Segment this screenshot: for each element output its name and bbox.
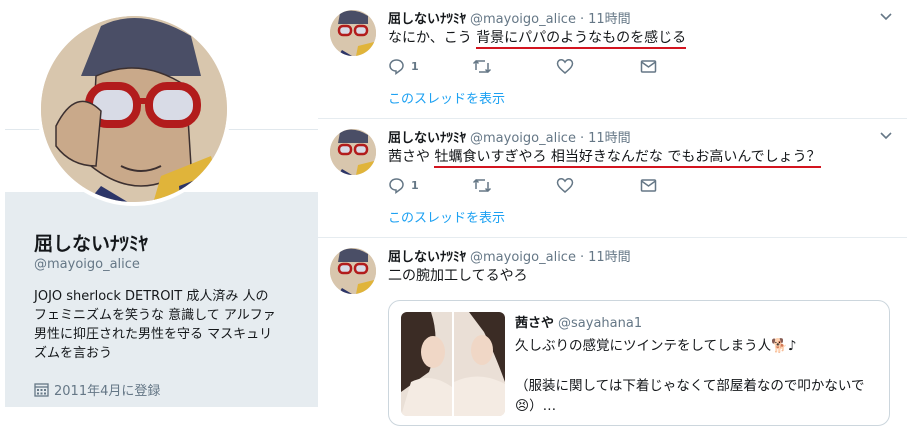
avatar-illustration [330,10,376,56]
quoted-tweet-text: 久しぶりの感覚にツインテをしてしまう人🐕♪ （服装に関しては下着じゃなくて部屋着… [515,336,881,416]
reply-action[interactable]: 1 [388,58,472,75]
bio-line: JOJO sherlock DETROIT 成人済み 人の [34,289,269,304]
tweet-timestamp[interactable]: 11時間 [588,127,631,146]
tweet-text-underlined: 牡蠣食いすぎやろ 相当好きなんだな でもお高いんでしょう？ [434,149,821,168]
tweet[interactable]: 屈しないﾅﾂﾐﾔ @mayoigo_alice · 11時間 茜さや 牡蠣食いす… [318,119,907,237]
tweet-author-handle[interactable]: @mayoigo_alice [470,250,576,265]
quoted-tweet-media[interactable] [401,312,505,416]
quoted-tweet-header: 茜さや @sayahana1 [515,312,642,331]
tweet-timestamp[interactable]: 11時間 [588,8,631,27]
avatar-illustration [41,16,227,202]
tweet-author-name[interactable]: 屈しないﾅﾂﾐﾔ [388,127,466,146]
message-action[interactable] [640,177,724,194]
tweet-text: 茜さや 牡蠣食いすぎやろ 相当好きなんだな でもお高いんでしょう？ [388,146,821,168]
show-thread-link[interactable]: このスレッドを表示 [388,88,505,107]
tweet-actions: 1 [388,56,724,76]
quoted-text-spacer [515,356,881,376]
quoted-author-handle[interactable]: @sayahana1 [558,316,642,331]
tweet[interactable]: 屈しないﾅﾂﾐﾔ @mayoigo_alice · 11時間 二の腕加工してるや… [318,238,907,440]
tweet-author-handle[interactable]: @mayoigo_alice [470,12,576,27]
like-action[interactable] [556,177,640,194]
separator-dot: · [579,131,585,146]
profile-joined-date: 2011年4月に登録 [34,380,160,399]
tweet[interactable]: 屈しないﾅﾂﾐﾔ @mayoigo_alice · 11時間 なにか、こう 背景… [318,0,907,118]
joined-label: 2011年4月に登録 [54,384,161,399]
tweet-header: 屈しないﾅﾂﾐﾔ @mayoigo_alice · 11時間 [388,246,631,265]
reply-icon [389,177,404,194]
heart-icon [556,58,574,74]
reply-action[interactable]: 1 [388,177,472,194]
quoted-text-line: 😣）… [515,398,557,414]
profile-bio: JOJO sherlock DETROIT 成人済み 人の フェミニズムを笑うな… [34,287,296,363]
retweet-icon [472,59,492,73]
chevron-down-icon[interactable] [879,10,893,24]
retweet-action[interactable] [472,177,556,194]
tweet-text-underlined: 背景にパパのようなものを感じる [476,30,687,49]
bio-line: フェミニズムを笑うな 意識して アルファ [34,308,276,323]
envelope-icon [640,178,657,192]
avatar-illustration [330,129,376,175]
tweet-author-avatar[interactable] [330,248,376,294]
tweet-text-plain: なにか、こう [388,30,472,46]
retweet-icon [472,178,492,192]
retweet-action[interactable] [472,58,556,75]
bio-line: 男性に抑圧された男性を守る マスキュリ [34,327,273,342]
profile-display-name[interactable]: 屈しないﾅﾂﾐﾔ [34,229,148,256]
quoted-text-line: 久しぶりの感覚にツインテをしてしまう人🐕♪ [515,338,797,354]
calendar-icon [34,383,49,397]
separator-dot: · [579,250,585,265]
tweet-header: 屈しないﾅﾂﾐﾔ @mayoigo_alice · 11時間 [388,8,631,27]
tweet-author-name[interactable]: 屈しないﾅﾂﾐﾔ [388,246,466,265]
tweet-author-name[interactable]: 屈しないﾅﾂﾐﾔ [388,8,466,27]
photo-thumbnail [454,312,505,416]
profile-handle[interactable]: @mayoigo_alice [34,257,140,272]
quoted-author-name[interactable]: 茜さや [515,312,554,331]
tweet-text: 二の腕加工してるやろ [388,265,528,285]
quoted-text-line: （服装に関しては下着じゃなくて部屋着なので叩かないで [515,378,865,394]
like-action[interactable] [556,58,640,75]
quoted-tweet[interactable]: 茜さや @sayahana1 久しぶりの感覚にツインテをしてしまう人🐕♪ （服装… [388,300,890,426]
profile-avatar[interactable] [37,12,231,206]
tweet-author-avatar[interactable] [330,129,376,175]
reply-icon [389,58,404,75]
reply-count: 1 [411,59,419,73]
tweet-author-handle[interactable]: @mayoigo_alice [470,131,576,146]
tweet-text-plain: 茜さや [388,149,430,165]
tweet-text-plain: 二の腕加工してるやろ [388,268,528,284]
bio-line: ズムを言おう [34,346,113,361]
tweet-timestamp[interactable]: 11時間 [588,246,631,265]
reply-count: 1 [411,178,419,192]
avatar-illustration [330,248,376,294]
chevron-down-icon[interactable] [879,129,893,143]
tweet-text: なにか、こう 背景にパパのようなものを感じる [388,27,687,49]
tweet-header: 屈しないﾅﾂﾐﾔ @mayoigo_alice · 11時間 [388,127,631,146]
tweet-actions: 1 [388,175,724,195]
profile-panel: 屈しないﾅﾂﾐﾔ @mayoigo_alice JOJO sherlock DE… [0,0,318,440]
show-thread-link[interactable]: このスレッドを表示 [388,207,505,226]
photo-thumbnail [401,312,452,416]
separator-dot: · [579,12,585,27]
message-action[interactable] [640,58,724,75]
heart-icon [556,177,574,193]
tweet-author-avatar[interactable] [330,10,376,56]
envelope-icon [640,59,657,73]
